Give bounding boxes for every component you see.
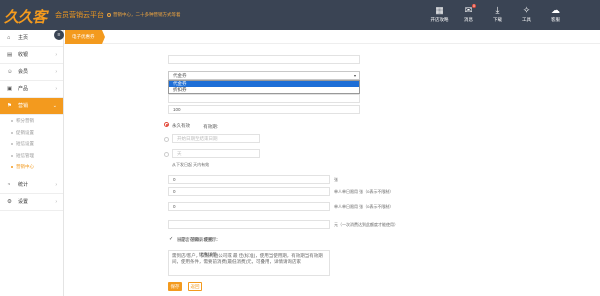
validity-permanent-label: 永久有效 — [172, 123, 190, 128]
validity-radio-days[interactable] — [164, 152, 169, 157]
chevron-down-icon: ⌄ — [52, 103, 57, 109]
chevron-right-icon: › — [55, 86, 57, 92]
logo-text: 久久客 — [4, 10, 47, 26]
info-icon — [107, 12, 111, 17]
service-label: 客服 — [551, 17, 560, 22]
min-amount-input[interactable] — [168, 220, 330, 229]
type-select-value: 代金券 — [173, 73, 187, 78]
single-limit-input[interactable]: 0 — [168, 187, 330, 196]
top-actions: ▦ 开店攻略 ✉ 0 消息 ⤓ 下载 ✧ 工具 ☁ 客服 — [425, 4, 570, 23]
sidebar-subitem-promotion[interactable]: 促销设置 — [0, 127, 63, 139]
download-label: 下载 — [493, 17, 502, 22]
sidebar-item-label: 主页 — [18, 35, 29, 41]
back-button[interactable]: 返回 — [188, 282, 202, 291]
chevron-right-icon: › — [55, 52, 57, 58]
stats-icon: ◔ — [7, 181, 11, 188]
sidebar-subitem-sms-manage[interactable]: 短信管理 — [0, 150, 63, 162]
top-bar: 久久客 会员营销云平台 营销中心，二十多种营销方式等着 ▦ 开店攻略 ✉ 0 消… — [0, 0, 600, 30]
logo[interactable]: 久久客 — [4, 6, 48, 26]
sidebar-item-label: 产品 — [18, 86, 29, 92]
validity-radio-permanent[interactable] — [164, 122, 169, 127]
min-amount-hint: 元（一次消费达到此额度才能使用） — [334, 222, 398, 227]
validity-radio-range[interactable] — [164, 137, 169, 142]
sidebar-subitem-sms-settings[interactable]: 短信设置 — [0, 138, 63, 150]
member-icon: ☺ — [7, 69, 13, 75]
validity-date-range-input[interactable]: 开始日期至结束日期 — [172, 134, 260, 143]
tab-bar: 电子优惠券 — [64, 30, 600, 44]
sidebar: ⌂ 主页 ▤ 收银 › ☺ 会员 › ▣ 产品 › ⚑ 营销 ⌄ 积分营销 促销… — [0, 30, 64, 296]
marketing-icon: ⚑ — [7, 103, 12, 109]
sidebar-item-cashier[interactable]: ▤ 收银 › — [0, 47, 63, 64]
settings-icon: ⚙ — [7, 198, 12, 205]
checkmark-icon[interactable]: ✓ — [169, 237, 174, 242]
total-limit-hint: 单人单日限用 张（0表示不限制） — [334, 204, 394, 209]
tab-coupon[interactable]: 电子优惠券 — [65, 30, 104, 44]
sidebar-item-label: 会员 — [18, 69, 29, 75]
chevron-right-icon: › — [55, 69, 57, 75]
sidebar-item-label: 设置 — [18, 198, 29, 205]
home-icon: ⌂ — [7, 35, 11, 41]
sidebar-item-member[interactable]: ☺ 会员 › — [0, 64, 63, 81]
brand-name: 会员营销云平台 — [55, 12, 104, 19]
sidebar-item-label: 收银 — [18, 52, 29, 58]
type-option-discount[interactable]: 折扣券 — [169, 87, 359, 93]
limit-hint: 张 — [334, 177, 338, 182]
desc-textarea[interactable]: 需到店/客户，仅限周边公司或 最 佳(标准)，使用当使用期，有效期当有效期间，使… — [168, 250, 330, 276]
guide-label: 开店攻略 — [430, 17, 449, 22]
sidebar-item-label: 统计 — [18, 181, 29, 188]
tool-button[interactable]: ✧ 工具 — [512, 4, 541, 23]
chevron-right-icon: › — [55, 181, 57, 188]
validity-days-input[interactable]: 天 — [172, 149, 260, 158]
guide-icon: ▦ — [435, 5, 444, 15]
validity-note: 从下发日起 天内有效 — [172, 162, 210, 167]
sidebar-toggle-icon[interactable]: ≡ — [54, 30, 64, 40]
coupon-form: 标题: 优惠类型: 代金券 ▾ 代金券 折扣券 优惠金额: 预发数量: 100 … — [64, 44, 600, 296]
chevron-right-icon: › — [55, 198, 57, 205]
limit-input[interactable]: 0 — [168, 175, 330, 184]
type-select[interactable]: 代金券 ▾ — [168, 71, 360, 80]
sidebar-item-settings[interactable]: ⚙ 设置 › — [0, 194, 63, 211]
message-button[interactable]: ✉ 0 消息 — [454, 4, 483, 23]
total-limit-input[interactable]: 0 — [168, 202, 330, 211]
sidebar-item-stats[interactable]: ◔ 统计 › — [0, 177, 63, 194]
sidebar-subitem-marketing-center[interactable]: 营销中心 — [0, 161, 63, 173]
type-dropdown: 代金券 折扣券 — [168, 80, 360, 94]
sidebar-item-marketing[interactable]: ⚑ 营销 ⌄ — [0, 98, 63, 115]
download-icon: ⤓ — [495, 5, 500, 15]
sidebar-item-label: 营销 — [18, 103, 29, 109]
tool-label: 工具 — [522, 17, 531, 22]
product-icon: ▣ — [7, 86, 13, 92]
download-button[interactable]: ⤓ 下载 — [483, 4, 512, 23]
chevron-down-icon: ▾ — [353, 73, 356, 78]
service-icon: ☁ — [551, 5, 560, 15]
validity-label: 有效期: — [203, 124, 218, 129]
tool-icon: ✧ — [522, 5, 531, 15]
display-option-label: 展示，领取，使用 — [177, 237, 213, 242]
qty-input[interactable]: 100 — [168, 105, 360, 114]
save-button[interactable]: 保存 — [168, 282, 182, 291]
single-limit-hint: 单人单日限用 张（0表示不限制） — [334, 189, 394, 194]
slogan: 营销中心，二十多种营销方式等着 — [107, 12, 181, 18]
guide-button[interactable]: ▦ 开店攻略 — [425, 4, 454, 23]
cashier-icon: ▤ — [7, 52, 13, 58]
message-badge: 0 — [472, 4, 476, 8]
sidebar-item-product[interactable]: ▣ 产品 › — [0, 81, 63, 98]
service-button[interactable]: ☁ 客服 — [541, 4, 570, 23]
message-label: 消息 — [464, 17, 473, 22]
amount-input[interactable] — [168, 94, 360, 103]
message-icon: ✉ — [464, 5, 473, 15]
title-input[interactable] — [168, 55, 360, 64]
sidebar-subitem-points[interactable]: 积分营销 — [0, 115, 63, 127]
